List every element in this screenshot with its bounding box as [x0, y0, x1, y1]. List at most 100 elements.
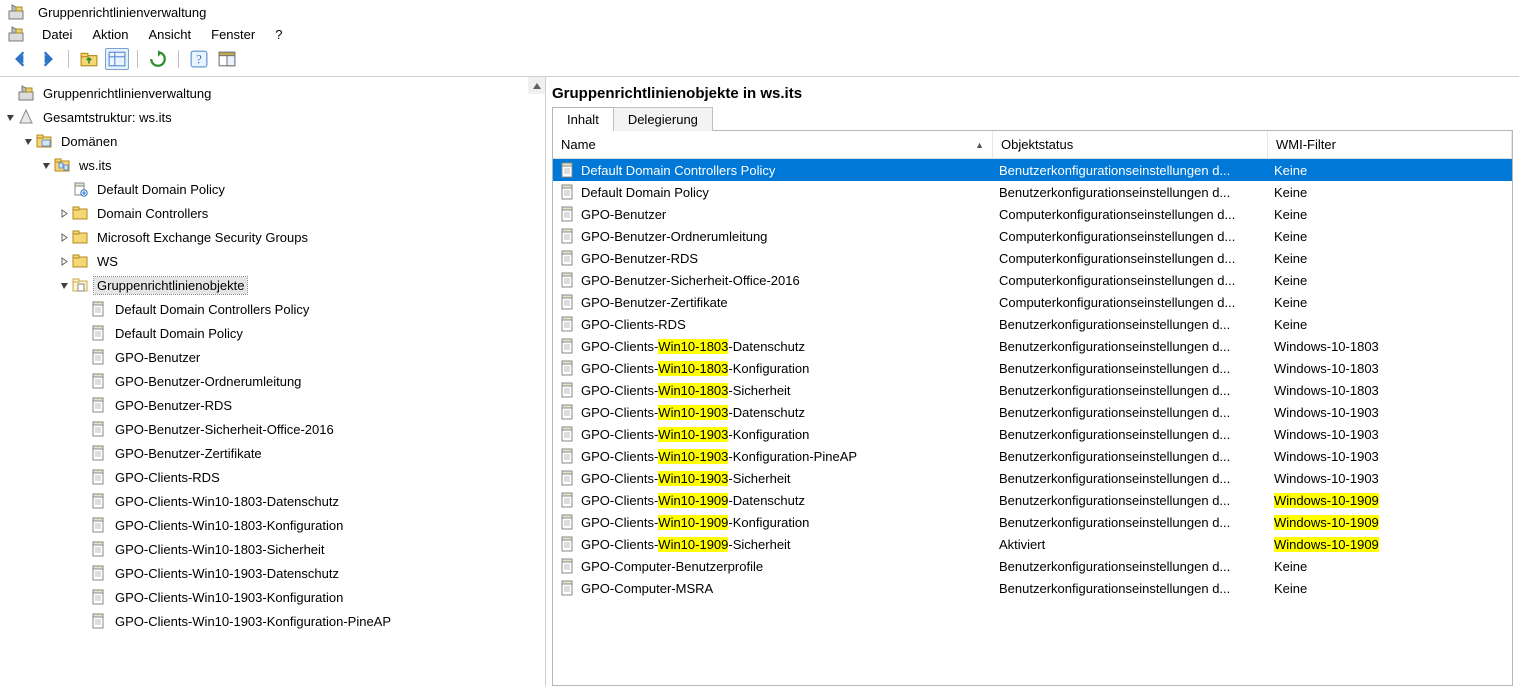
tree-node-label[interactable]: Gruppenrichtlinienverwaltung: [40, 85, 214, 102]
tree-node-label[interactable]: WS: [94, 253, 121, 270]
tree-node[interactable]: GPO-Benutzer-Sicherheit-Office-2016: [0, 417, 545, 441]
column-wmi[interactable]: WMI-Filter: [1268, 131, 1512, 158]
tree-node[interactable]: Gruppenrichtlinienobjekte: [0, 273, 545, 297]
help-button[interactable]: [187, 48, 211, 70]
expander-icon[interactable]: [22, 135, 34, 147]
list-row[interactable]: GPO-Computer-BenutzerprofileBenutzerkonf…: [553, 555, 1512, 577]
tree-node-label[interactable]: Gruppenrichtlinienobjekte: [94, 277, 247, 294]
forward-button[interactable]: [36, 48, 60, 70]
list-row[interactable]: GPO-Clients-Win10-1903-Konfiguration-Pin…: [553, 445, 1512, 467]
tree-node-label[interactable]: GPO-Benutzer: [112, 349, 203, 366]
menu-item[interactable]: Ansicht: [139, 25, 202, 44]
tree-node-label[interactable]: GPO-Clients-Win10-1903-Konfiguration-Pin…: [112, 613, 394, 630]
list-row[interactable]: GPO-Benutzer-ZertifikateComputerkonfigur…: [553, 291, 1512, 313]
menu-item[interactable]: ?: [265, 25, 292, 44]
menu-item[interactable]: Datei: [32, 25, 82, 44]
tree-node-label[interactable]: GPO-Clients-Win10-1803-Datenschutz: [112, 493, 342, 510]
tab-delegierung[interactable]: Delegierung: [613, 107, 713, 131]
tree-node[interactable]: Default Domain Policy: [0, 321, 545, 345]
tree-scroll[interactable]: Gruppenrichtlinienverwaltung Gesamtstrukt…: [0, 77, 545, 686]
list-row[interactable]: GPO-Clients-Win10-1803-DatenschutzBenutz…: [553, 335, 1512, 357]
show-pane-button[interactable]: [215, 48, 239, 70]
list-row[interactable]: GPO-Benutzer-RDSComputerkonfigurationsei…: [553, 247, 1512, 269]
list-row[interactable]: Default Domain PolicyBenutzerkonfigurati…: [553, 181, 1512, 203]
tree-node[interactable]: Default Domain Controllers Policy: [0, 297, 545, 321]
tree-node-label[interactable]: GPO-Clients-Win10-1903-Datenschutz: [112, 565, 342, 582]
tree-node-label[interactable]: GPO-Benutzer-Ordnerumleitung: [112, 373, 304, 390]
menu-item[interactable]: Aktion: [82, 25, 138, 44]
tree-node[interactable]: GPO-Benutzer-RDS: [0, 393, 545, 417]
tab-inhalt[interactable]: Inhalt: [552, 107, 614, 131]
list-row[interactable]: GPO-Computer-MSRABenutzerkonfigurationse…: [553, 577, 1512, 599]
expander-icon[interactable]: [58, 231, 70, 243]
tree-node-label[interactable]: GPO-Benutzer-Sicherheit-Office-2016: [112, 421, 337, 438]
tree-node-label[interactable]: GPO-Clients-Win10-1803-Sicherheit: [112, 541, 328, 558]
scrollbar-up-icon[interactable]: [528, 77, 545, 94]
expander-icon[interactable]: [58, 279, 70, 291]
row-name: GPO-Clients-Win10-1903-Konfiguration-Pin…: [581, 449, 857, 464]
row-name: GPO-Benutzer-RDS: [581, 251, 698, 266]
expander-none: [76, 447, 88, 459]
row-wmi: Keine: [1268, 207, 1512, 222]
tree-node-label[interactable]: Domain Controllers: [94, 205, 211, 222]
tree-node-label[interactable]: GPO-Clients-RDS: [112, 469, 223, 486]
column-name[interactable]: Name ▲: [553, 131, 993, 158]
back-button[interactable]: [8, 48, 32, 70]
tree-node-label[interactable]: Default Domain Policy: [94, 181, 228, 198]
list-row[interactable]: GPO-Clients-Win10-1903-KonfigurationBenu…: [553, 423, 1512, 445]
list-row[interactable]: GPO-Benutzer-Sicherheit-Office-2016Compu…: [553, 269, 1512, 291]
expander-icon[interactable]: [58, 255, 70, 267]
tree-node[interactable]: GPO-Clients-Win10-1803-Sicherheit: [0, 537, 545, 561]
tree-node[interactable]: GPO-Clients-Win10-1903-Konfiguration-Pin…: [0, 609, 545, 633]
expander-icon[interactable]: [58, 207, 70, 219]
menu-item[interactable]: Fenster: [201, 25, 265, 44]
tree-node[interactable]: GPO-Clients-Win10-1903-Datenschutz: [0, 561, 545, 585]
tree-node-label[interactable]: Domänen: [58, 133, 120, 150]
tree-node[interactable]: GPO-Benutzer-Zertifikate: [0, 441, 545, 465]
list-row[interactable]: Default Domain Controllers PolicyBenutze…: [553, 159, 1512, 181]
list-row[interactable]: GPO-Benutzer-OrdnerumleitungComputerkonf…: [553, 225, 1512, 247]
tree-node-label[interactable]: GPO-Clients-Win10-1903-Konfiguration: [112, 589, 346, 606]
tree-node[interactable]: Domain Controllers: [0, 201, 545, 225]
tree-node[interactable]: ws.its: [0, 153, 545, 177]
gpo-icon: [559, 294, 575, 310]
tree-node-label[interactable]: GPO-Benutzer-Zertifikate: [112, 445, 265, 462]
list-body[interactable]: Default Domain Controllers PolicyBenutze…: [553, 159, 1512, 685]
list-row[interactable]: GPO-Clients-Win10-1903-DatenschutzBenutz…: [553, 401, 1512, 423]
list-row[interactable]: GPO-Clients-Win10-1803-KonfigurationBenu…: [553, 357, 1512, 379]
tree-node-label[interactable]: ws.its: [76, 157, 115, 174]
tree-node-label[interactable]: GPO-Benutzer-RDS: [112, 397, 235, 414]
list-row[interactable]: GPO-Clients-Win10-1903-SicherheitBenutze…: [553, 467, 1512, 489]
list-row[interactable]: GPO-BenutzerComputerkonfigurationseinste…: [553, 203, 1512, 225]
tree-node[interactable]: Domänen: [0, 129, 545, 153]
tree-node[interactable]: GPO-Clients-Win10-1803-Konfiguration: [0, 513, 545, 537]
tree-node-label[interactable]: Default Domain Controllers Policy: [112, 301, 312, 318]
tree-node[interactable]: GPO-Benutzer: [0, 345, 545, 369]
tree-node-label[interactable]: GPO-Clients-Win10-1803-Konfiguration: [112, 517, 346, 534]
list-row[interactable]: GPO-Clients-Win10-1909-KonfigurationBenu…: [553, 511, 1512, 533]
tree-node-label[interactable]: Default Domain Policy: [112, 325, 246, 342]
up-button[interactable]: [77, 48, 101, 70]
domain-icon: [54, 157, 70, 173]
tree-node[interactable]: GPO-Benutzer-Ordnerumleitung: [0, 369, 545, 393]
tree-node[interactable]: Gruppenrichtlinienverwaltung: [0, 81, 545, 105]
expander-icon[interactable]: [40, 159, 52, 171]
properties-button[interactable]: [105, 48, 129, 70]
list-row[interactable]: GPO-Clients-RDSBenutzerkonfigurationsein…: [553, 313, 1512, 335]
tree-node[interactable]: Default Domain Policy: [0, 177, 545, 201]
gpo-icon: [90, 301, 106, 317]
refresh-button[interactable]: [146, 48, 170, 70]
tree-node-label[interactable]: Gesamtstruktur: ws.its: [40, 109, 175, 126]
tree-node[interactable]: GPO-Clients-RDS: [0, 465, 545, 489]
expander-icon[interactable]: [4, 111, 16, 123]
list-row[interactable]: GPO-Clients-Win10-1909-SicherheitAktivie…: [553, 533, 1512, 555]
column-status[interactable]: Objektstatus: [993, 131, 1268, 158]
tree-node-label[interactable]: Microsoft Exchange Security Groups: [94, 229, 311, 246]
tree-node[interactable]: Gesamtstruktur: ws.its: [0, 105, 545, 129]
tree-node[interactable]: GPO-Clients-Win10-1803-Datenschutz: [0, 489, 545, 513]
tree-node[interactable]: WS: [0, 249, 545, 273]
list-row[interactable]: GPO-Clients-Win10-1803-SicherheitBenutze…: [553, 379, 1512, 401]
tree-node[interactable]: Microsoft Exchange Security Groups: [0, 225, 545, 249]
list-row[interactable]: GPO-Clients-Win10-1909-DatenschutzBenutz…: [553, 489, 1512, 511]
tree-node[interactable]: GPO-Clients-Win10-1903-Konfiguration: [0, 585, 545, 609]
